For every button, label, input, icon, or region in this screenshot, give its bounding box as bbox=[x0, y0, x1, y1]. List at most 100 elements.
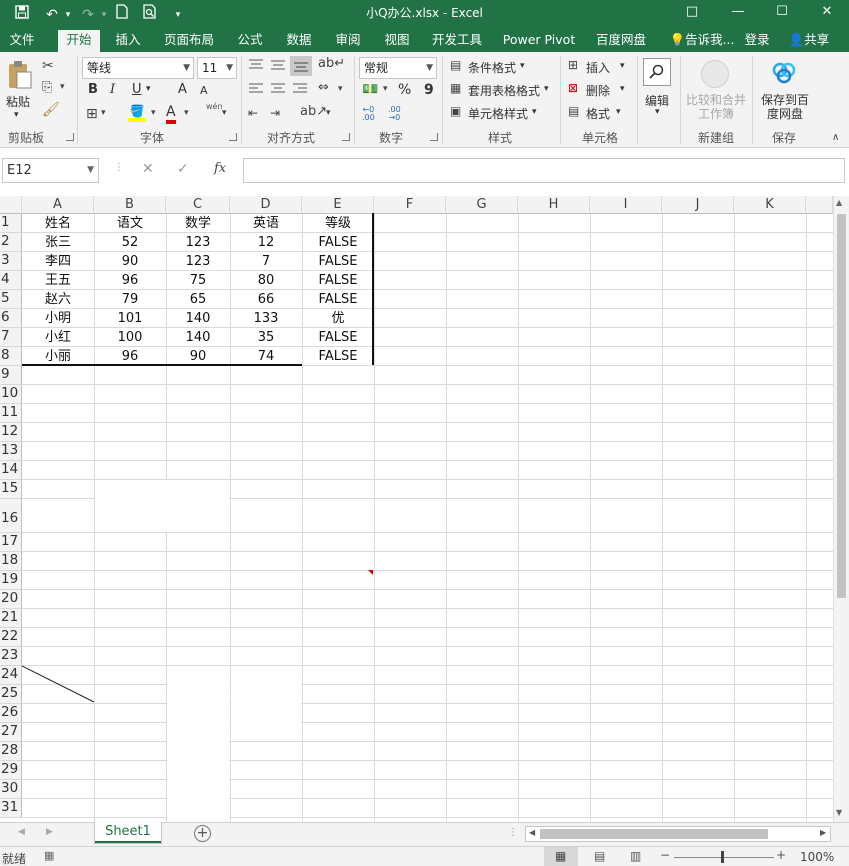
scroll-down-icon[interactable]: ▼ bbox=[836, 808, 842, 817]
cell[interactable]: 100 bbox=[94, 328, 166, 347]
format-painter-icon[interactable]: 🖌 bbox=[42, 102, 60, 118]
row-header[interactable]: 15 bbox=[0, 480, 22, 499]
row-header[interactable]: 26 bbox=[0, 704, 22, 723]
diagonal-line-shape[interactable] bbox=[22, 665, 96, 705]
normal-view-icon[interactable]: ▦ bbox=[544, 847, 578, 866]
tab-home[interactable]: 开始 bbox=[58, 30, 100, 52]
fill-color-icon[interactable]: 🪣 bbox=[128, 104, 146, 122]
delete-dropdown-icon[interactable]: ▾ bbox=[620, 84, 625, 94]
row-header[interactable]: 22 bbox=[0, 628, 22, 647]
vertical-scrollbar[interactable]: ▲ ▼ bbox=[833, 196, 849, 822]
font-name-select[interactable]: 等线 ▼ bbox=[82, 57, 194, 79]
column-header[interactable]: E bbox=[302, 196, 374, 214]
paste-dropdown-icon[interactable]: ▾ bbox=[14, 110, 19, 120]
page-layout-view-icon[interactable]: ▤ bbox=[594, 849, 605, 863]
vertical-scroll-thumb[interactable] bbox=[837, 214, 846, 598]
zoom-slider-thumb[interactable] bbox=[721, 851, 724, 863]
increase-indent-icon[interactable]: ⇥ bbox=[270, 106, 280, 120]
format-cells-button[interactable]: 格式 bbox=[586, 105, 610, 122]
cell[interactable]: 小红 bbox=[22, 328, 94, 347]
tab-insert[interactable]: 插入 bbox=[108, 30, 148, 52]
row-header[interactable]: 27 bbox=[0, 723, 22, 742]
horizontal-scrollbar[interactable]: ◀ ▶ bbox=[525, 826, 831, 842]
column-header[interactable]: I bbox=[590, 196, 662, 214]
cell[interactable]: 优 bbox=[302, 309, 374, 328]
column-header[interactable]: D bbox=[230, 196, 302, 214]
redo-dropdown-icon[interactable]: ▾ bbox=[94, 4, 114, 26]
underline-dropdown-icon[interactable]: ▾ bbox=[146, 84, 151, 94]
insert-cells-button[interactable]: 插入 bbox=[586, 59, 610, 76]
row-header[interactable]: 4 bbox=[0, 271, 22, 290]
border-icon[interactable]: ⊞ bbox=[86, 106, 98, 122]
format-dropdown-icon[interactable]: ▾ bbox=[616, 107, 621, 117]
cell[interactable]: 李四 bbox=[22, 252, 94, 271]
cell-styles-icon[interactable]: ▣ bbox=[450, 104, 461, 118]
font-color-dropdown-icon[interactable]: ▾ bbox=[184, 108, 189, 118]
row-header[interactable]: 14 bbox=[0, 461, 22, 480]
format-as-table-button[interactable]: 套用表格格式 bbox=[468, 82, 540, 99]
font-launcher-icon[interactable] bbox=[229, 133, 237, 141]
print-preview-icon[interactable] bbox=[140, 4, 160, 26]
formula-input[interactable] bbox=[243, 158, 845, 183]
row-header[interactable]: 8 bbox=[0, 347, 22, 366]
column-header[interactable]: F bbox=[374, 196, 446, 214]
tab-baidu[interactable]: 百度网盘 bbox=[590, 30, 652, 52]
zoom-level[interactable]: 100% bbox=[800, 850, 834, 864]
column-header[interactable]: J bbox=[662, 196, 734, 214]
conditional-format-button[interactable]: 条件格式 bbox=[468, 59, 516, 76]
wrap-text-icon[interactable]: ab↵ bbox=[318, 56, 345, 71]
row-header[interactable]: 6 bbox=[0, 309, 22, 328]
row-header[interactable]: 31 bbox=[0, 799, 22, 818]
insert-function-icon[interactable]: fx bbox=[214, 161, 226, 176]
login-link[interactable]: 登录 bbox=[740, 30, 774, 52]
row-header[interactable]: 30 bbox=[0, 780, 22, 799]
insert-cells-icon[interactable]: ⊞ bbox=[568, 58, 578, 72]
align-top-icon[interactable] bbox=[248, 58, 264, 75]
cell[interactable]: 王五 bbox=[22, 271, 94, 290]
row-header[interactable]: 2 bbox=[0, 233, 22, 252]
macro-record-icon[interactable]: ▦ bbox=[44, 849, 54, 862]
column-header[interactable]: A bbox=[22, 196, 94, 214]
row-header[interactable]: 25 bbox=[0, 685, 22, 704]
cell[interactable]: 等级 bbox=[302, 214, 374, 233]
merge-dropdown-icon[interactable]: ▾ bbox=[338, 84, 343, 94]
cell[interactable]: 65 bbox=[166, 290, 230, 309]
phonetic-dropdown-icon[interactable]: ▾ bbox=[222, 108, 227, 118]
percent-button[interactable]: % bbox=[398, 82, 411, 98]
row-header[interactable]: 13 bbox=[0, 442, 22, 461]
add-sheet-icon[interactable]: + bbox=[194, 825, 211, 842]
row-header[interactable]: 23 bbox=[0, 647, 22, 666]
conditional-dropdown-icon[interactable]: ▾ bbox=[520, 61, 525, 71]
cell[interactable]: 101 bbox=[94, 309, 166, 328]
horizontal-scroll-thumb[interactable] bbox=[540, 829, 768, 839]
decrease-decimal-icon[interactable]: .00 →0 bbox=[388, 106, 401, 122]
row-header[interactable]: 11 bbox=[0, 404, 22, 423]
save-icon[interactable] bbox=[12, 4, 32, 26]
format-as-table-icon[interactable]: ▦ bbox=[450, 81, 461, 95]
row-header[interactable]: 18 bbox=[0, 552, 22, 571]
ribbon-display-options-icon[interactable]: □ bbox=[670, 0, 714, 30]
paste-label[interactable]: 粘贴 bbox=[6, 93, 30, 110]
editing-dropdown-icon[interactable]: ▾ bbox=[655, 107, 660, 117]
align-left-icon[interactable] bbox=[248, 82, 264, 99]
tab-data[interactable]: 数据 bbox=[278, 30, 320, 52]
copy-icon[interactable]: ⎘ bbox=[42, 80, 52, 95]
align-middle-icon[interactable] bbox=[270, 58, 286, 75]
cell[interactable]: 140 bbox=[166, 328, 230, 347]
worksheet-grid[interactable]: A B C D E F G H I J K 1 2 3 4 5 6 7 8 9 10 11 12 13 14 15 16 17 18 19… bbox=[0, 196, 833, 822]
cell[interactable]: 96 bbox=[94, 271, 166, 290]
maximize-button[interactable]: ☐ bbox=[760, 0, 804, 30]
cell[interactable]: 140 bbox=[166, 309, 230, 328]
fill-dropdown-icon[interactable]: ▾ bbox=[151, 108, 156, 118]
cell[interactable]: 66 bbox=[230, 290, 302, 309]
decrease-indent-icon[interactable]: ⇤ bbox=[248, 106, 258, 120]
number-launcher-icon[interactable] bbox=[430, 133, 438, 141]
prev-sheet-icon[interactable]: ◀ bbox=[18, 827, 25, 837]
zoom-slider[interactable] bbox=[674, 857, 774, 858]
row-header[interactable]: 20 bbox=[0, 590, 22, 609]
paste-icon[interactable] bbox=[6, 60, 34, 90]
cell[interactable]: 12 bbox=[230, 233, 302, 252]
cell[interactable]: FALSE bbox=[302, 252, 374, 271]
tab-developer[interactable]: 开发工具 bbox=[426, 30, 488, 52]
orientation-dropdown-icon[interactable]: ▾ bbox=[326, 108, 331, 118]
